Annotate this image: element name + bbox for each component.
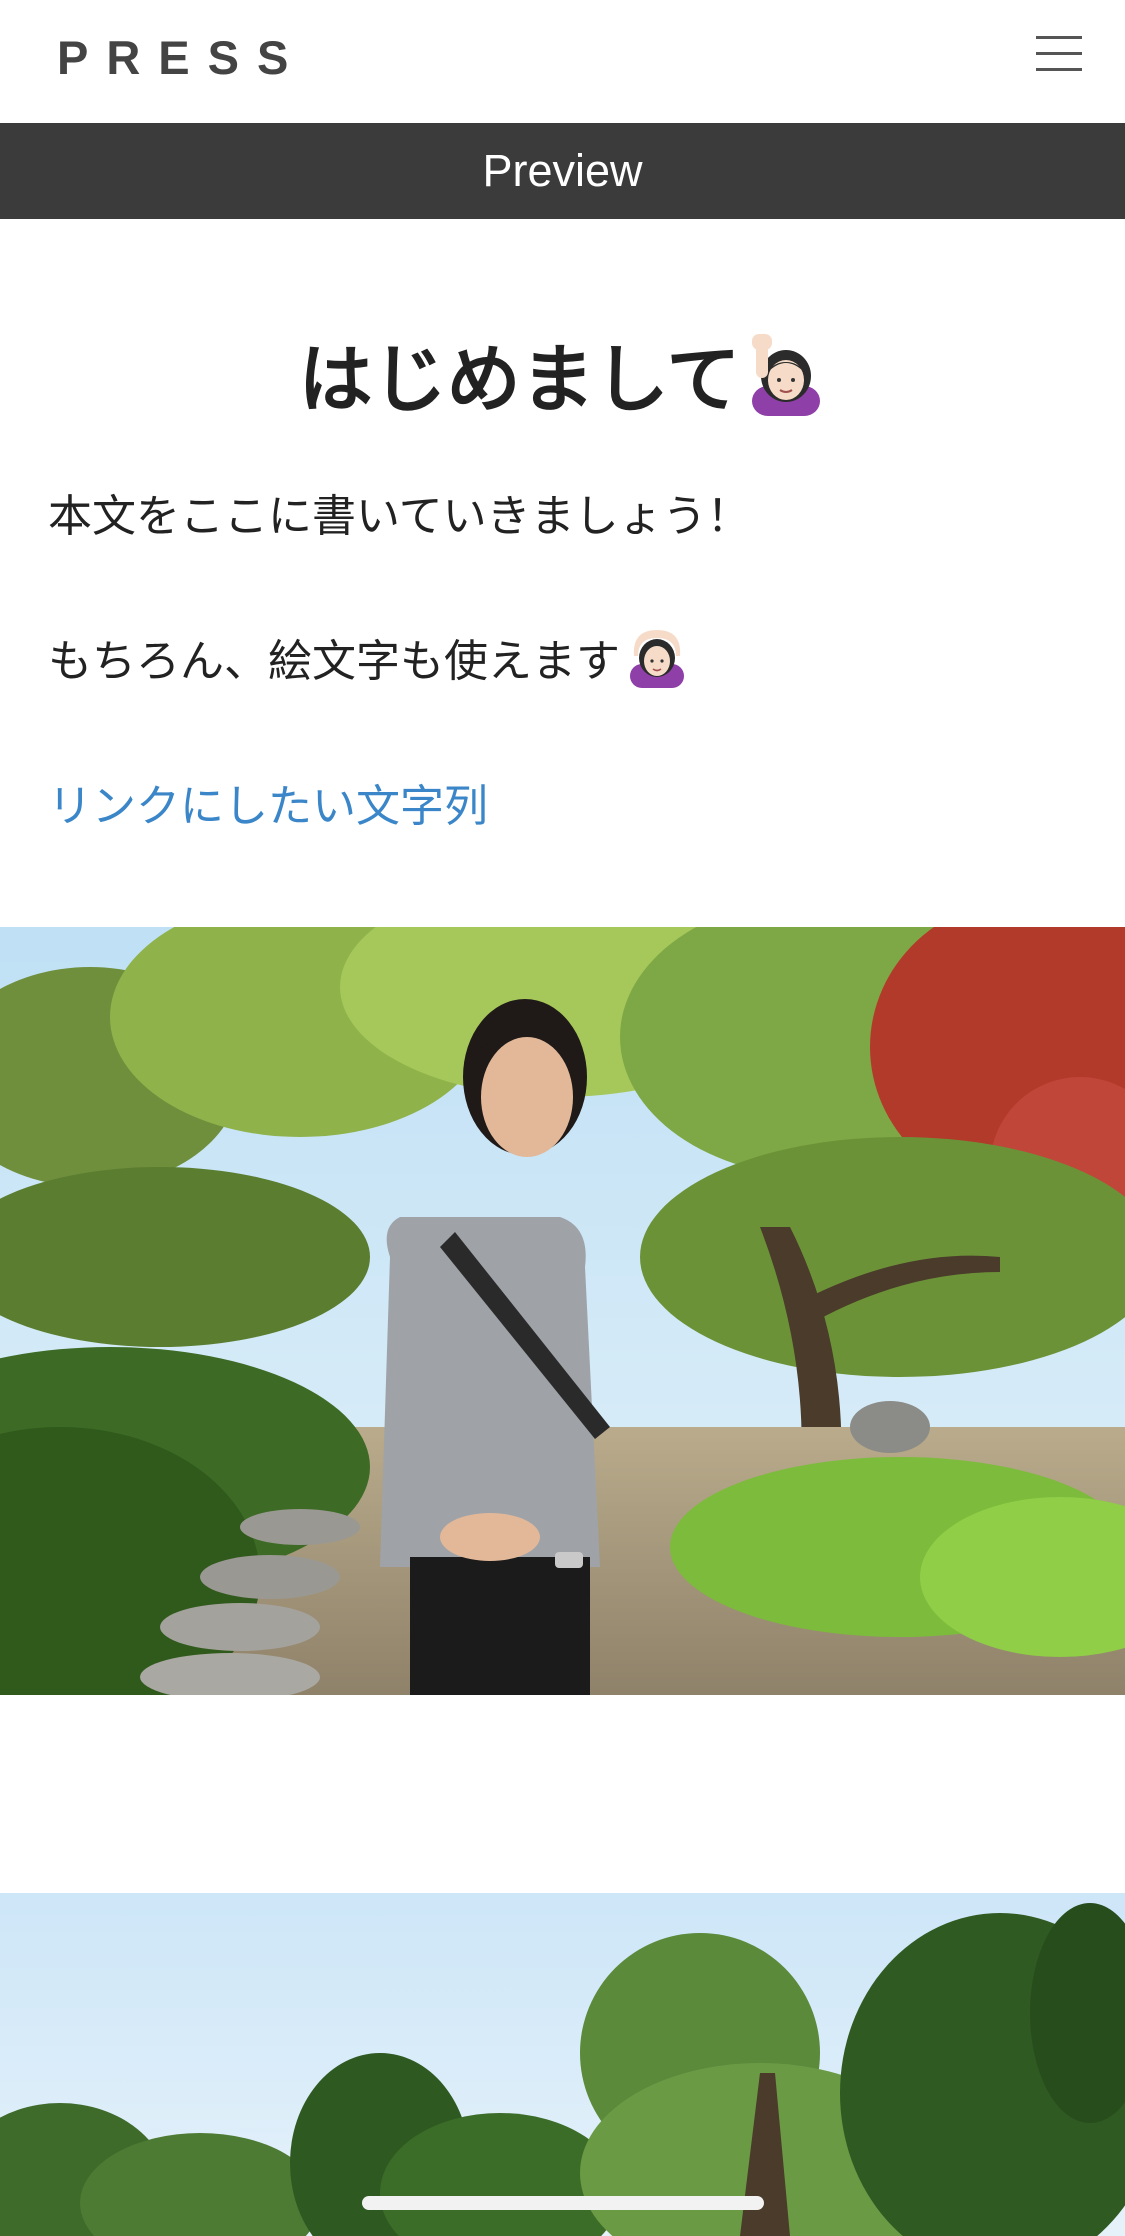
- paragraph-2: もちろん、絵文字も使えます: [48, 625, 688, 689]
- garden-trees-sky-photo: [0, 1893, 1125, 2236]
- person-in-japanese-garden-photo: [0, 877, 1125, 1727]
- paragraph-1-text: 本文をここに書いていきましょう！: [48, 491, 751, 542]
- preview-label: Preview: [482, 145, 643, 196]
- press-logo[interactable]: PRESS: [57, 30, 306, 85]
- home-indicator[interactable]: [362, 2196, 764, 2210]
- paragraph-1: 本文をここに書いていきましょう！: [48, 480, 751, 544]
- raising-hand-woman-emoji-icon: [746, 332, 826, 416]
- app-header: PRESS: [0, 0, 1125, 123]
- article-title: はじめまして: [0, 320, 1125, 427]
- page: PRESS Preview はじめまして 本文をここに書いていきましょう！ もち…: [0, 0, 1125, 2236]
- paragraph-2-text: もちろん、絵文字も使えます: [48, 636, 620, 687]
- preview-banner: Preview: [0, 123, 1125, 219]
- article-title-text: はじめまして: [298, 337, 741, 423]
- article-link[interactable]: リンクにしたい文字列: [48, 770, 488, 834]
- ok-gesture-woman-emoji-icon: [626, 626, 688, 688]
- hamburger-menu-icon[interactable]: [1030, 30, 1088, 76]
